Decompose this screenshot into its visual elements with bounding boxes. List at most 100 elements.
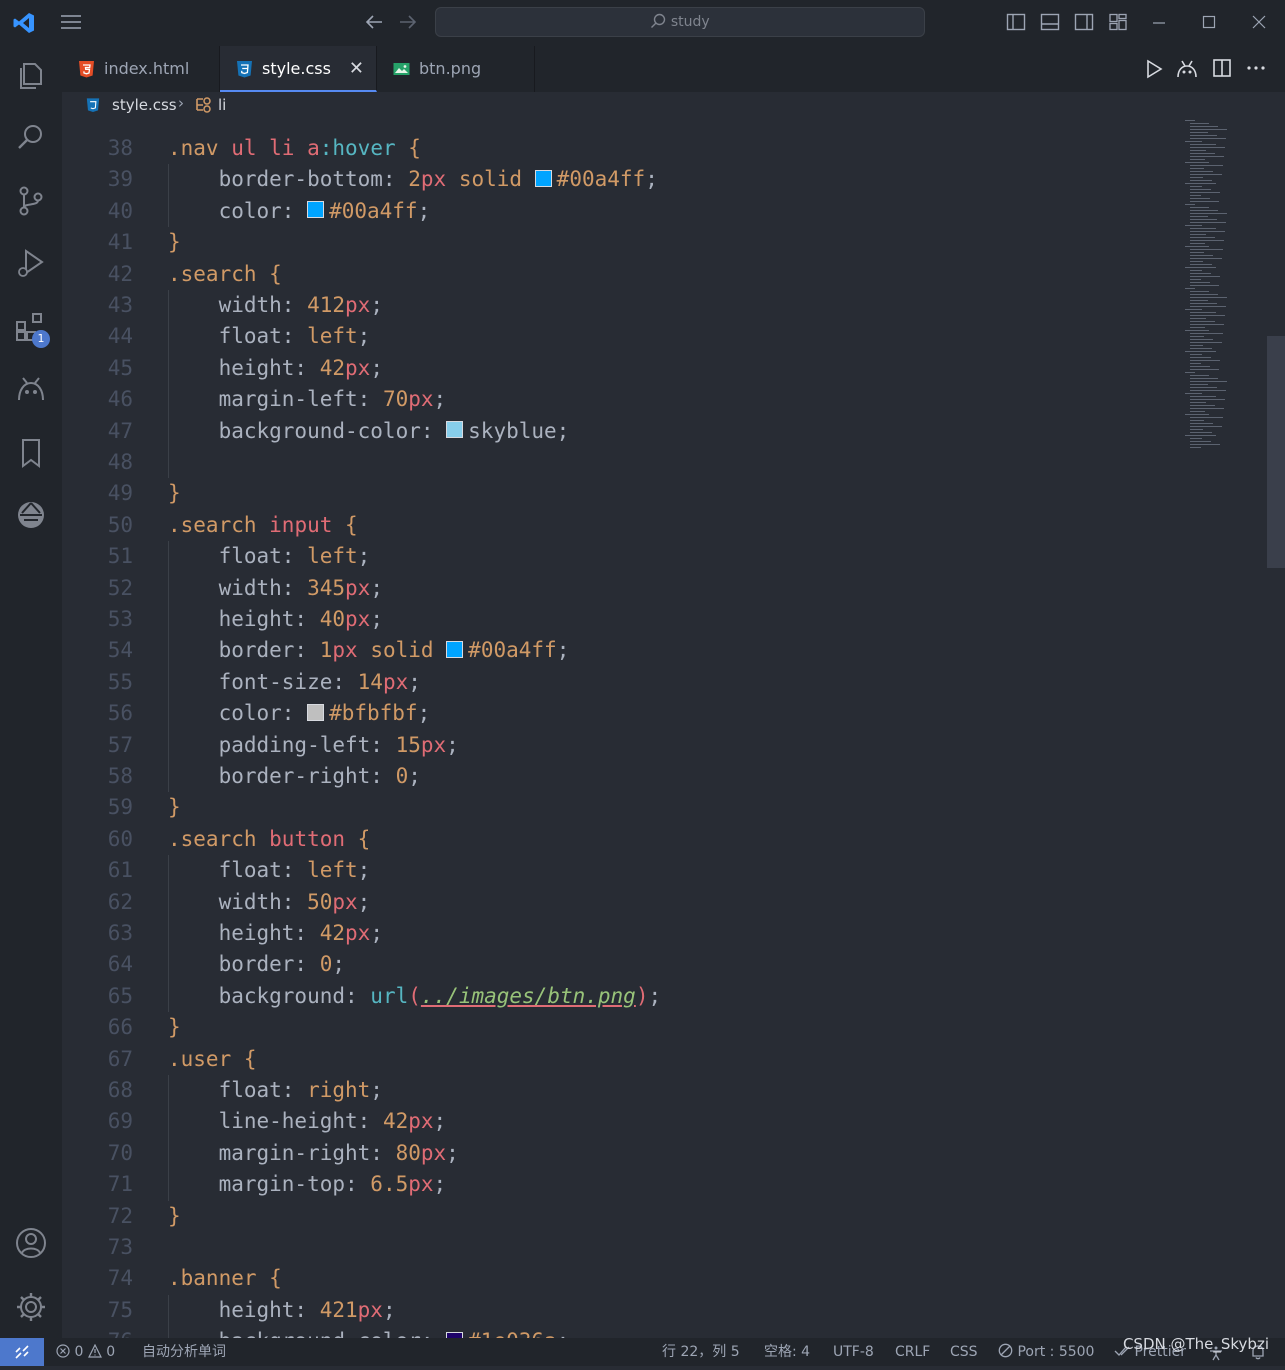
token: width: (168, 293, 308, 317)
code-line[interactable]: 61 float: left; (62, 855, 1162, 886)
code-line[interactable]: 64 border: 0; (62, 949, 1162, 980)
breadcrumb-file[interactable]: style.css (112, 96, 177, 114)
token: left (307, 858, 358, 883)
code-line[interactable]: 75 height: 421px; (62, 1295, 1162, 1326)
code-line[interactable]: 52 width: 345px; (62, 573, 1162, 604)
code-text: padding-left: 15px; (168, 730, 459, 761)
token: ; (357, 889, 371, 914)
code-line[interactable]: 59} (62, 792, 1162, 823)
language-mode[interactable]: CSS (950, 1338, 978, 1366)
bookmark-icon[interactable] (14, 436, 48, 470)
auto-analyze-words[interactable]: 自动分析单词 (142, 1338, 226, 1366)
code-line[interactable]: 74 .banner { (62, 1263, 1162, 1294)
settings-gear-icon[interactable] (14, 1290, 48, 1324)
code-line[interactable]: 50 .search input { (62, 510, 1162, 541)
code-line[interactable]: 72} (62, 1201, 1162, 1232)
token: ; (556, 418, 570, 443)
code-line[interactable]: 42 .search { (62, 259, 1162, 290)
code-line[interactable]: 43 width: 412px; (62, 290, 1162, 321)
code-line[interactable]: 53 height: 40px; (62, 604, 1162, 635)
split-editor-icon[interactable] (1212, 58, 1232, 78)
customize-layout-icon[interactable] (1108, 12, 1128, 32)
toggle-secondary-sidebar-icon[interactable] (1074, 12, 1094, 32)
close-window-icon[interactable] (1252, 15, 1266, 29)
minimize-icon[interactable] (1152, 16, 1166, 30)
code-line[interactable]: 70 margin-right: 80px; (62, 1138, 1162, 1169)
toggle-panel-icon[interactable] (1040, 12, 1060, 32)
accounts-icon[interactable] (14, 1226, 48, 1260)
code-line[interactable]: 67 .user { (62, 1044, 1162, 1075)
color-swatch[interactable] (446, 421, 464, 439)
explorer-icon[interactable] (14, 58, 48, 92)
code-line[interactable]: 68 float: right; (62, 1075, 1162, 1106)
code-line[interactable]: 55 font-size: 14px; (62, 667, 1162, 698)
tab-style-css[interactable]: style.css ✕ (220, 46, 377, 92)
token: ; (408, 669, 421, 694)
code-line[interactable]: 40 color: #00a4ff; (62, 196, 1162, 227)
tab-btn-png[interactable]: btn.png (377, 46, 535, 92)
editor-scrollbar[interactable] (1267, 120, 1285, 1338)
code-line[interactable]: 38 .nav ul li a:hover { (62, 133, 1162, 164)
code-line[interactable]: 69 line-height: 42px; (62, 1106, 1162, 1137)
code-line[interactable]: 39 border-bottom: 2px solid #00a4ff; (62, 164, 1162, 195)
color-swatch[interactable] (446, 640, 464, 658)
color-swatch[interactable] (534, 169, 552, 187)
menu-icon[interactable] (60, 14, 82, 30)
end-of-line[interactable]: CRLF (895, 1338, 930, 1366)
line-number: 56 (107, 701, 133, 726)
maximize-icon[interactable] (1202, 15, 1216, 29)
encoding[interactable]: UTF-8 (833, 1338, 874, 1366)
code-line[interactable]: 54 border: 1px solid #00a4ff; (62, 635, 1162, 666)
code-line[interactable]: 49} (62, 478, 1162, 509)
copilot-icon[interactable] (14, 372, 48, 406)
code-editor[interactable]: 38 .nav ul li a:hover {39 border-bottom: … (62, 120, 1267, 1338)
remote-explorer-icon[interactable] (14, 498, 48, 532)
line-number: 61 (107, 858, 133, 883)
toggle-primary-sidebar-icon[interactable] (1006, 12, 1026, 32)
token: 15 (395, 732, 421, 757)
remote-indicator[interactable] (0, 1338, 44, 1366)
cursor-position[interactable]: 行 22，列 5 (662, 1338, 740, 1366)
code-line[interactable]: 41} (62, 227, 1162, 258)
more-actions-icon[interactable] (1246, 64, 1266, 72)
code-line[interactable]: 48 (62, 447, 1162, 478)
breadcrumb-symbol[interactable]: li (218, 96, 226, 114)
minimap[interactable] (1185, 120, 1265, 460)
back-arrow-icon[interactable] (364, 13, 384, 31)
code-line[interactable]: 62 width: 50px; (62, 887, 1162, 918)
problems-indicator[interactable]: 0 0 (56, 1338, 115, 1366)
color-swatch[interactable] (307, 703, 325, 721)
code-line[interactable]: 47 background-color: skyblue; (62, 416, 1162, 447)
color-swatch[interactable] (307, 201, 325, 219)
code-line[interactable]: 45 height: 42px; (62, 353, 1162, 384)
code-line[interactable]: 76 background-color: #1e036a; (62, 1326, 1162, 1338)
tab-index-html[interactable]: index.html (62, 46, 220, 92)
code-line[interactable]: 51 float: left; (62, 541, 1162, 572)
code-line[interactable]: 60 .search button { (62, 824, 1162, 855)
scrollbar-thumb[interactable] (1267, 336, 1285, 568)
run-icon[interactable] (1144, 59, 1164, 79)
code-line[interactable]: 44 float: left; (62, 321, 1162, 352)
code-line[interactable]: 56 color: #bfbfbf; (62, 698, 1162, 729)
code-line[interactable]: 63 height: 42px; (62, 918, 1162, 949)
code-line[interactable]: 65 background: url(../images/btn.png); (62, 981, 1162, 1012)
indentation[interactable]: 空格: 4 (764, 1338, 810, 1366)
search-icon[interactable] (14, 120, 48, 154)
live-server-port[interactable]: Port : 5500 (998, 1338, 1094, 1366)
code-text: border: 0; (168, 949, 345, 980)
command-center-search[interactable]: study (435, 7, 925, 37)
code-line[interactable]: 58 border-right: 0; (62, 761, 1162, 792)
run-debug-icon[interactable] (14, 246, 48, 280)
token: 0 (319, 952, 333, 977)
code-line[interactable]: 73 (62, 1232, 1162, 1263)
close-tab-icon[interactable]: ✕ (349, 46, 364, 92)
code-line[interactable]: 66} (62, 1012, 1162, 1043)
forward-arrow-icon[interactable] (398, 13, 418, 31)
token: ; (370, 1078, 383, 1102)
code-line[interactable]: 71 margin-top: 6.5px; (62, 1169, 1162, 1200)
code-line[interactable]: 46 margin-left: 70px; (62, 384, 1162, 415)
source-control-icon[interactable] (14, 184, 48, 218)
code-text: height: 40px; (168, 604, 383, 635)
copilot-chat-icon[interactable] (1176, 58, 1198, 80)
code-line[interactable]: 57 padding-left: 15px; (62, 730, 1162, 761)
